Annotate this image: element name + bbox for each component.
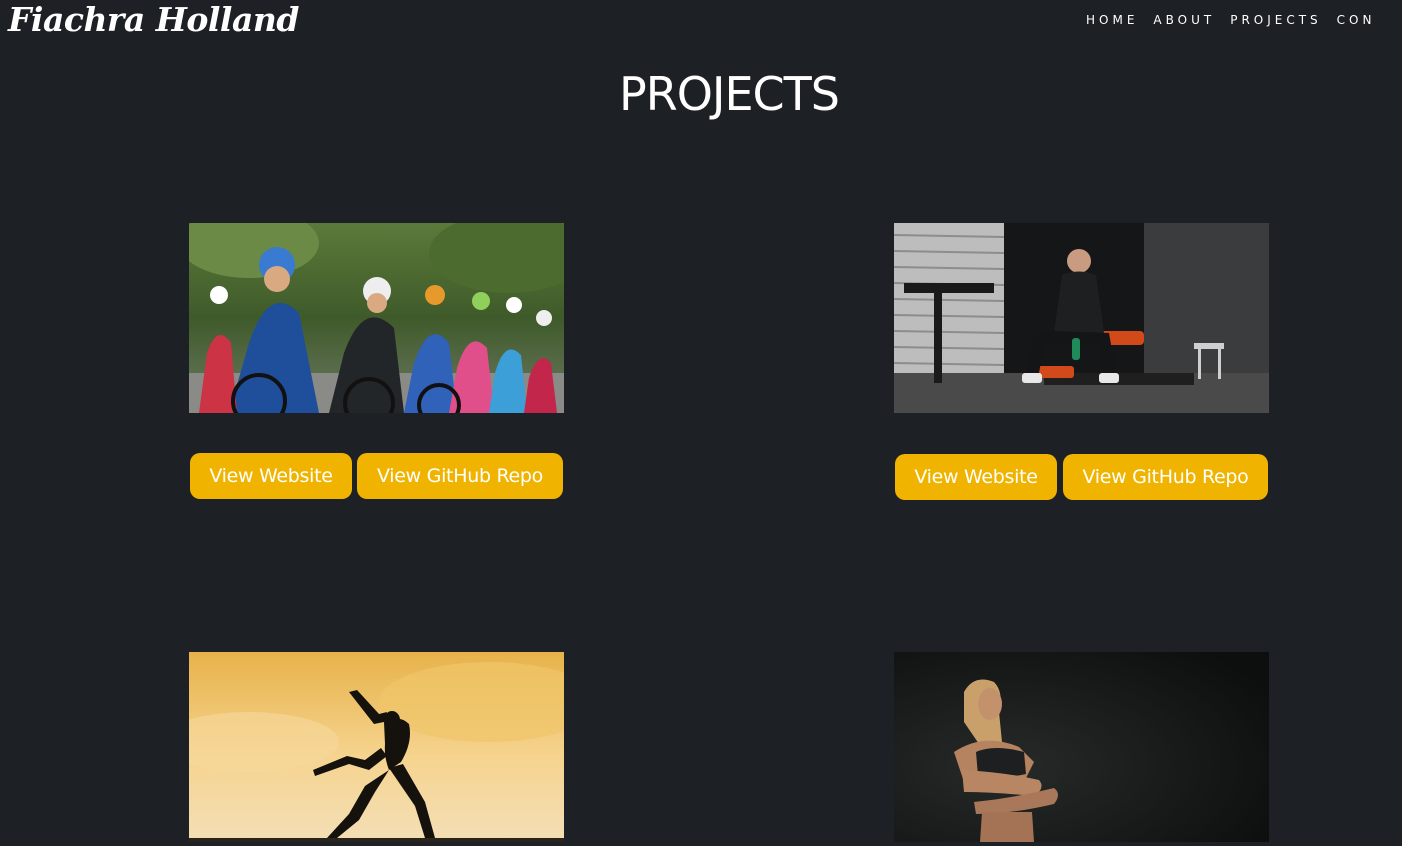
nav-home[interactable]: HOME <box>1086 12 1138 28</box>
project-image-fitness <box>894 652 1269 842</box>
nav-about[interactable]: ABOUT <box>1153 12 1215 28</box>
nav-projects[interactable]: PROJECTS <box>1230 12 1321 28</box>
project-1-view-repo-button[interactable]: View GitHub Repo <box>357 453 563 499</box>
project-image-cyclists <box>189 223 564 413</box>
project-image-gym <box>894 223 1269 413</box>
page-title: PROJECTS <box>619 67 840 121</box>
project-1-view-website-button[interactable]: View Website <box>190 453 352 499</box>
project-2-view-repo-button[interactable]: View GitHub Repo <box>1063 454 1268 500</box>
project-2-view-website-button[interactable]: View Website <box>895 454 1057 500</box>
project-image-dancer <box>189 652 564 842</box>
nav-contact[interactable]: CON <box>1337 12 1376 28</box>
main-nav: HOME ABOUT PROJECTS CON <box>1086 12 1390 28</box>
site-logo[interactable]: Fiachra Holland <box>8 0 299 40</box>
